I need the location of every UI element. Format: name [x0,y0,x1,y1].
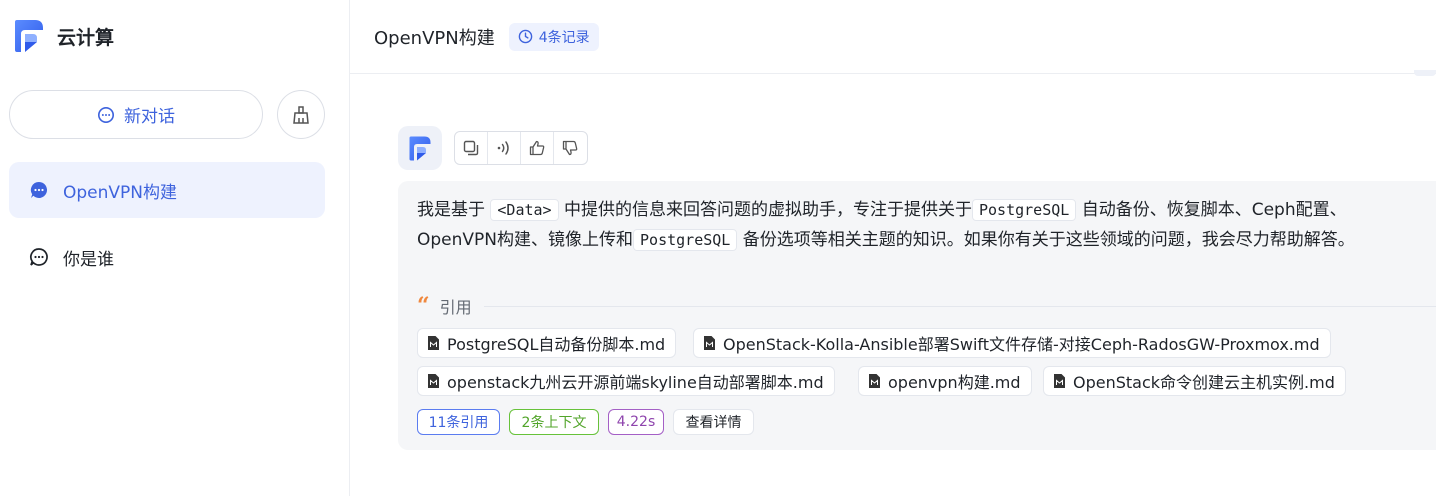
conversation-title: OpenVPN构建 [374,27,495,49]
logo-icon [409,136,431,160]
thumbs-up-icon [529,140,545,156]
text-segment: 中提供的信息来回答问题的虚拟助手，专注于提供关于 [564,200,972,220]
citation-filename: PostgreSQL自动备份脚本.md [447,335,666,354]
chat-bubble-icon [30,181,48,198]
citation-filename: OpenStack-Kolla-Ansible部署Swift文件存储-对接Cep… [723,335,1320,354]
conversation-item-openvpn[interactable]: OpenVPN构建 [9,162,325,218]
new-chat-button[interactable]: 新对话 [9,90,263,139]
like-button[interactable] [521,132,554,164]
citation-label: 引用 [439,298,472,317]
markdown-file-icon [428,374,439,388]
chat-main: OpenVPN构建 4条记录 我是基于 <Data> 中提供的信息来回答问题的虚… [350,0,1436,496]
assistant-avatar [398,126,442,170]
copy-button[interactable] [455,132,488,164]
scroll-indicator [1414,70,1436,76]
app-name: 云计算 [57,26,115,49]
text-segment: 备份选项等相关主题的知识。如果你有关于这些领域的问题，我会尽力帮助解答。 [742,230,1355,250]
copy-icon [463,140,479,156]
citation-filename: OpenStack命令创建云主机实例.md [1073,373,1335,392]
markdown-file-icon [869,374,880,388]
divider [483,305,1436,307]
speaker-icon [497,141,509,155]
dislike-button[interactable] [554,132,587,164]
conversation-item-whoami[interactable]: 你是谁 [9,229,325,285]
references-count-tag[interactable]: 11条引用 [417,409,500,435]
thumbs-down-icon [563,140,578,156]
citation-chip[interactable]: OpenStack命令创建云主机实例.md [1043,366,1346,396]
inline-code: PostgreSQL [972,199,1077,221]
chat-bubble-icon [97,106,115,123]
clock-icon [518,29,533,44]
brand: 云计算 [13,18,114,54]
citation-chip[interactable]: OpenStack-Kolla-Ansible部署Swift文件存储-对接Cep… [693,328,1331,358]
logo-icon [15,20,43,52]
markdown-file-icon [1054,374,1065,388]
text-segment: 我是基于 [417,200,485,220]
chat-header: OpenVPN构建 4条记录 [350,0,1436,74]
assistant-message: 我是基于 <Data> 中提供的信息来回答问题的虚拟助手，专注于提供关于 Post… [398,181,1436,450]
quote-icon: “ [417,293,430,319]
view-details-button[interactable]: 查看详情 [673,409,754,435]
citation-filename: openvpn构建.md [888,373,1021,392]
message-actions [454,131,588,165]
chat-bubble-icon [30,248,48,266]
message-text: 我是基于 <Data> 中提供的信息来回答问题的虚拟助手，专注于提供关于 Post… [417,195,1419,255]
citation-filename: openstack九州云开源前端skyline自动部署脚本.md [447,373,824,392]
citation-chip[interactable]: openstack九州云开源前端skyline自动部署脚本.md [417,366,835,396]
sidebar: 云计算 新对话 OpenVPN构建 你是谁 [0,0,350,496]
record-count-badge: 4条记录 [508,22,599,51]
citation-chip[interactable]: PostgreSQL自动备份脚本.md [417,328,677,358]
broom-icon [293,105,309,124]
inline-code: <Data> [490,199,559,221]
inline-code: PostgreSQL [633,229,738,251]
markdown-file-icon [428,336,439,350]
conversation-label: OpenVPN构建 [63,182,178,203]
context-count-tag[interactable]: 2条上下文 [509,409,599,435]
read-aloud-button[interactable] [488,132,521,164]
record-count-label: 4条记录 [538,29,590,46]
app-window: 云计算 新对话 OpenVPN构建 你是谁 OpenVPN构建 4条记录 我是基… [0,0,1436,496]
markdown-file-icon [704,336,715,350]
response-time-tag: 4.22s [608,409,664,435]
new-chat-label: 新对话 [124,107,175,127]
conversation-label: 你是谁 [63,249,114,270]
citation-chip[interactable]: openvpn构建.md [858,366,1032,396]
clear-history-button[interactable] [277,90,325,139]
citation-header: “ 引用 [417,294,1436,318]
